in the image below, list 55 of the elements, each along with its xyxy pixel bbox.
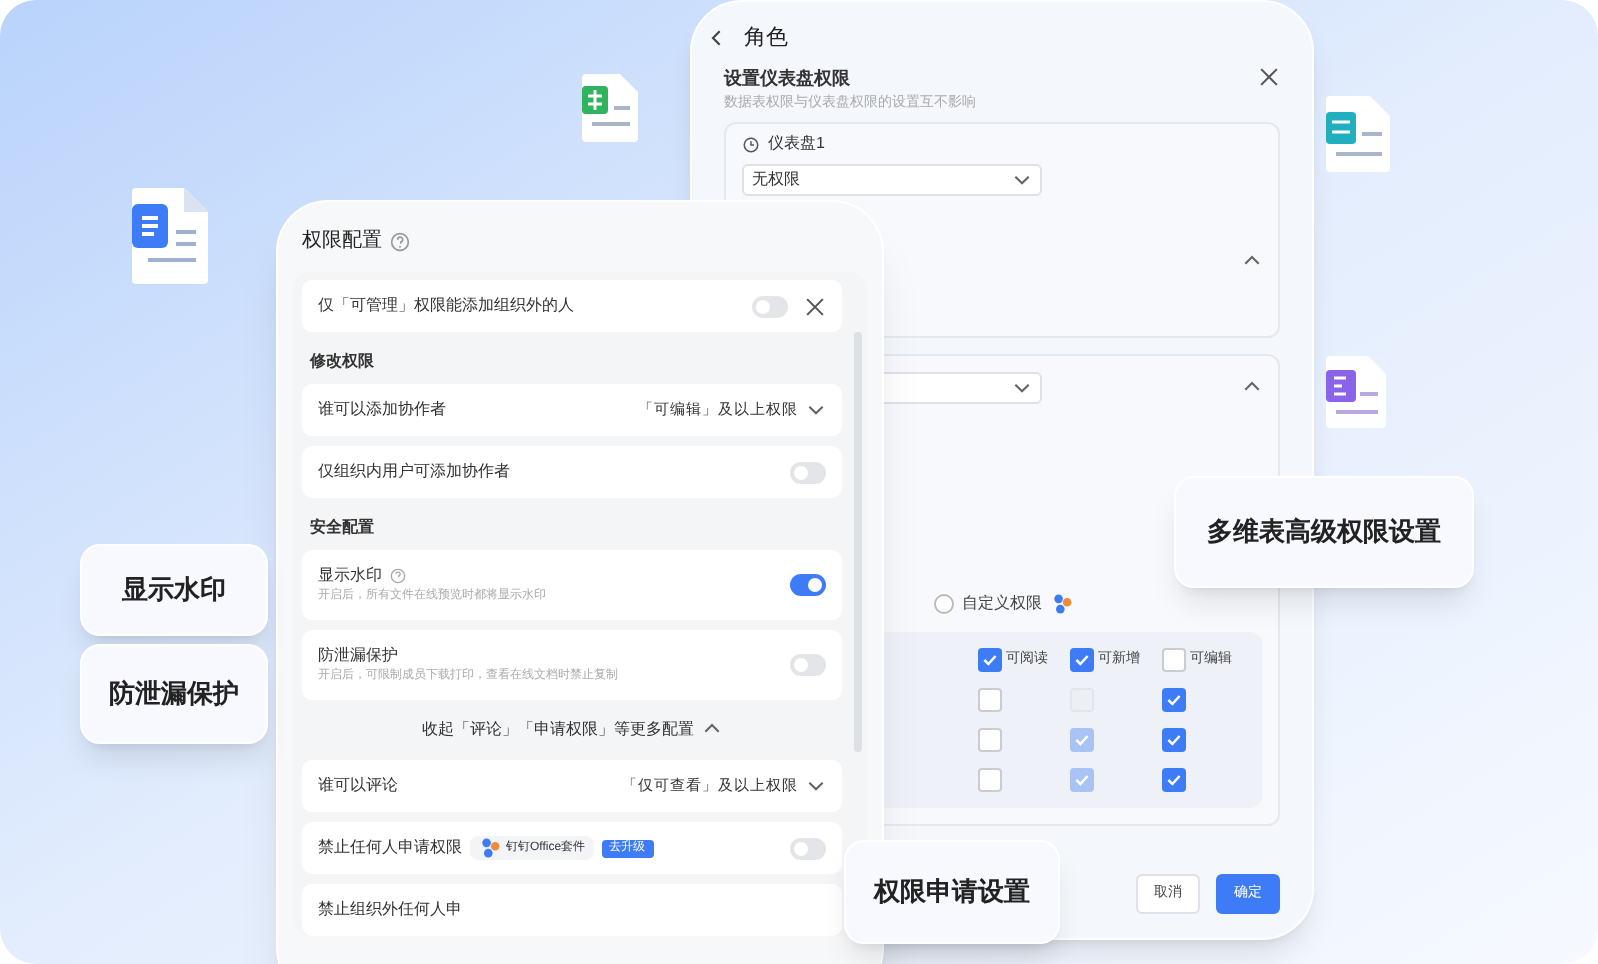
toggle-switch[interactable] (790, 837, 826, 859)
dashboard-name: 仪表盘1 (768, 132, 825, 156)
section-heading: 安全配置 (308, 516, 376, 540)
checkmark-icon (1166, 732, 1182, 748)
checkmark-icon (1166, 772, 1182, 788)
chevron-down-icon (806, 776, 826, 796)
dialog-title: 设置仪表盘权限 (724, 66, 852, 92)
chevron-down-icon (806, 400, 826, 420)
permission-dropdown[interactable]: 无权限 (742, 164, 1042, 196)
checkbox[interactable] (978, 768, 1002, 792)
feature-tooltip: 显示水印 (80, 544, 268, 636)
mindmap-file-icon (1324, 354, 1388, 430)
clock-icon (742, 135, 760, 153)
radio-label: 自定义权限 (962, 592, 1042, 616)
checkmark-icon (982, 652, 998, 668)
setting-label: 禁止任何人申请权限 (318, 836, 462, 860)
chevron-down-icon (1012, 170, 1032, 190)
setting-label: 显示水印 (318, 564, 382, 588)
setting-label: 谁可以添加协作者 (318, 398, 446, 422)
checkbox[interactable] (1162, 648, 1186, 672)
checkbox[interactable] (1162, 688, 1186, 712)
page-title: 角色 (744, 23, 788, 54)
setting-label: 防泄漏保护 (318, 644, 398, 668)
checkbox[interactable] (1162, 768, 1186, 792)
help-icon (390, 231, 410, 251)
setting-label: 仅组织内用户可添加协作者 (318, 460, 510, 484)
feature-tooltip: 防泄漏保护 (80, 644, 268, 744)
toggle-switch[interactable] (752, 295, 788, 317)
setting-label: 仅「可管理」权限能添加组织外的人 (318, 294, 574, 318)
toggle-switch[interactable] (790, 654, 826, 676)
feature-tooltip: 权限申请设置 (844, 840, 1060, 944)
section-heading: 修改权限 (307, 350, 376, 374)
document-file-icon (128, 184, 212, 288)
checkbox[interactable] (978, 728, 1002, 752)
close-icon (1258, 66, 1280, 88)
checkbox[interactable] (1162, 728, 1186, 752)
close-icon[interactable] (804, 295, 826, 317)
chevron-down-icon (1012, 378, 1032, 398)
toggle-switch[interactable] (790, 461, 826, 483)
setting-label: 禁止组织外任何人申 (318, 898, 462, 922)
checkbox[interactable] (978, 648, 1002, 672)
checkmark-icon (1166, 692, 1182, 708)
people-icon (478, 836, 502, 860)
checkmark-icon (1074, 652, 1090, 668)
toggle-switch[interactable] (790, 574, 826, 596)
spreadsheet-file-icon (580, 72, 640, 144)
panel-title: 权限配置 (302, 227, 382, 256)
setting-label: 谁可以评论 (318, 774, 398, 798)
collapse-link[interactable]: 收起「评论」「申请权限」等更多配置 (422, 718, 694, 742)
table-file-icon (1324, 94, 1392, 174)
checkbox[interactable] (1070, 648, 1094, 672)
feature-tooltip: 多维表高级权限设置 (1174, 476, 1474, 588)
radio-button[interactable] (934, 594, 954, 614)
checkbox[interactable] (978, 688, 1002, 712)
people-icon (1050, 592, 1074, 616)
